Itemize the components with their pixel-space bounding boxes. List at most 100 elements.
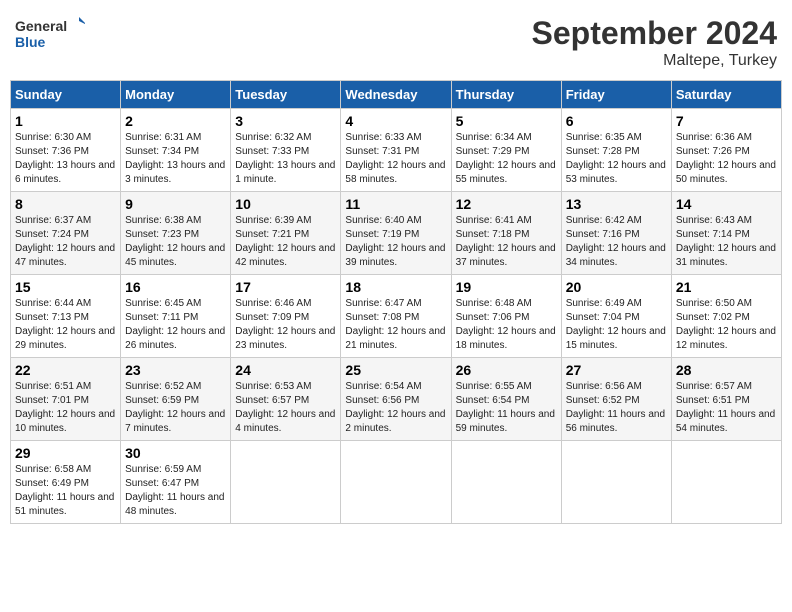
calendar-cell: 28 Sunrise: 6:57 AM Sunset: 6:51 PM Dayl… [671, 358, 781, 441]
day-number: 27 [566, 362, 667, 378]
col-saturday: Saturday [671, 81, 781, 109]
cell-info: Sunrise: 6:34 AM Sunset: 7:29 PM Dayligh… [456, 131, 557, 187]
calendar-cell: 13 Sunrise: 6:42 AM Sunset: 7:16 PM Dayl… [561, 192, 671, 275]
day-number: 18 [345, 279, 446, 295]
day-number: 9 [125, 196, 226, 212]
calendar-week-1: 1 Sunrise: 6:30 AM Sunset: 7:36 PM Dayli… [11, 109, 782, 192]
day-number: 5 [456, 113, 557, 129]
calendar-cell [561, 441, 671, 524]
page-header: General Blue September 2024 Maltepe, Tur… [10, 10, 782, 70]
day-number: 23 [125, 362, 226, 378]
day-number: 13 [566, 196, 667, 212]
cell-info: Sunrise: 6:36 AM Sunset: 7:26 PM Dayligh… [676, 131, 777, 187]
calendar-cell: 14 Sunrise: 6:43 AM Sunset: 7:14 PM Dayl… [671, 192, 781, 275]
calendar-cell: 23 Sunrise: 6:52 AM Sunset: 6:59 PM Dayl… [121, 358, 231, 441]
calendar-cell: 1 Sunrise: 6:30 AM Sunset: 7:36 PM Dayli… [11, 109, 121, 192]
col-friday: Friday [561, 81, 671, 109]
day-number: 2 [125, 113, 226, 129]
day-number: 15 [15, 279, 116, 295]
cell-info: Sunrise: 6:55 AM Sunset: 6:54 PM Dayligh… [456, 380, 557, 436]
calendar-cell: 25 Sunrise: 6:54 AM Sunset: 6:56 PM Dayl… [341, 358, 451, 441]
cell-info: Sunrise: 6:47 AM Sunset: 7:08 PM Dayligh… [345, 297, 446, 353]
calendar-cell: 7 Sunrise: 6:36 AM Sunset: 7:26 PM Dayli… [671, 109, 781, 192]
day-number: 7 [676, 113, 777, 129]
calendar-cell [451, 441, 561, 524]
day-number: 11 [345, 196, 446, 212]
calendar-week-2: 8 Sunrise: 6:37 AM Sunset: 7:24 PM Dayli… [11, 192, 782, 275]
cell-info: Sunrise: 6:42 AM Sunset: 7:16 PM Dayligh… [566, 214, 667, 270]
cell-info: Sunrise: 6:48 AM Sunset: 7:06 PM Dayligh… [456, 297, 557, 353]
cell-info: Sunrise: 6:39 AM Sunset: 7:21 PM Dayligh… [235, 214, 336, 270]
calendar-cell: 22 Sunrise: 6:51 AM Sunset: 7:01 PM Dayl… [11, 358, 121, 441]
calendar-cell: 11 Sunrise: 6:40 AM Sunset: 7:19 PM Dayl… [341, 192, 451, 275]
calendar-cell: 30 Sunrise: 6:59 AM Sunset: 6:47 PM Dayl… [121, 441, 231, 524]
day-number: 6 [566, 113, 667, 129]
day-number: 19 [456, 279, 557, 295]
calendar-cell: 21 Sunrise: 6:50 AM Sunset: 7:02 PM Dayl… [671, 275, 781, 358]
cell-info: Sunrise: 6:52 AM Sunset: 6:59 PM Dayligh… [125, 380, 226, 436]
cell-info: Sunrise: 6:30 AM Sunset: 7:36 PM Dayligh… [15, 131, 116, 187]
calendar-table: Sunday Monday Tuesday Wednesday Thursday… [10, 80, 782, 524]
day-number: 14 [676, 196, 777, 212]
location: Maltepe, Turkey [532, 52, 777, 70]
calendar-week-3: 15 Sunrise: 6:44 AM Sunset: 7:13 PM Dayl… [11, 275, 782, 358]
calendar-cell: 26 Sunrise: 6:55 AM Sunset: 6:54 PM Dayl… [451, 358, 561, 441]
day-number: 21 [676, 279, 777, 295]
day-number: 28 [676, 362, 777, 378]
day-number: 20 [566, 279, 667, 295]
calendar-cell: 20 Sunrise: 6:49 AM Sunset: 7:04 PM Dayl… [561, 275, 671, 358]
calendar-cell [671, 441, 781, 524]
cell-info: Sunrise: 6:49 AM Sunset: 7:04 PM Dayligh… [566, 297, 667, 353]
day-number: 10 [235, 196, 336, 212]
cell-info: Sunrise: 6:50 AM Sunset: 7:02 PM Dayligh… [676, 297, 777, 353]
day-number: 12 [456, 196, 557, 212]
calendar-cell: 27 Sunrise: 6:56 AM Sunset: 6:52 PM Dayl… [561, 358, 671, 441]
day-number: 30 [125, 445, 226, 461]
month-title: September 2024 [532, 15, 777, 52]
calendar-cell: 16 Sunrise: 6:45 AM Sunset: 7:11 PM Dayl… [121, 275, 231, 358]
calendar-week-5: 29 Sunrise: 6:58 AM Sunset: 6:49 PM Dayl… [11, 441, 782, 524]
day-number: 8 [15, 196, 116, 212]
calendar-cell: 29 Sunrise: 6:58 AM Sunset: 6:49 PM Dayl… [11, 441, 121, 524]
col-tuesday: Tuesday [231, 81, 341, 109]
calendar-cell: 5 Sunrise: 6:34 AM Sunset: 7:29 PM Dayli… [451, 109, 561, 192]
calendar-cell: 4 Sunrise: 6:33 AM Sunset: 7:31 PM Dayli… [341, 109, 451, 192]
calendar-cell [231, 441, 341, 524]
cell-info: Sunrise: 6:41 AM Sunset: 7:18 PM Dayligh… [456, 214, 557, 270]
col-monday: Monday [121, 81, 231, 109]
cell-info: Sunrise: 6:53 AM Sunset: 6:57 PM Dayligh… [235, 380, 336, 436]
calendar-cell: 15 Sunrise: 6:44 AM Sunset: 7:13 PM Dayl… [11, 275, 121, 358]
calendar-cell: 2 Sunrise: 6:31 AM Sunset: 7:34 PM Dayli… [121, 109, 231, 192]
svg-text:Blue: Blue [15, 34, 46, 50]
cell-info: Sunrise: 6:31 AM Sunset: 7:34 PM Dayligh… [125, 131, 226, 187]
day-number: 25 [345, 362, 446, 378]
cell-info: Sunrise: 6:32 AM Sunset: 7:33 PM Dayligh… [235, 131, 336, 187]
day-number: 1 [15, 113, 116, 129]
col-thursday: Thursday [451, 81, 561, 109]
calendar-week-4: 22 Sunrise: 6:51 AM Sunset: 7:01 PM Dayl… [11, 358, 782, 441]
cell-info: Sunrise: 6:45 AM Sunset: 7:11 PM Dayligh… [125, 297, 226, 353]
col-wednesday: Wednesday [341, 81, 451, 109]
cell-info: Sunrise: 6:33 AM Sunset: 7:31 PM Dayligh… [345, 131, 446, 187]
day-number: 4 [345, 113, 446, 129]
calendar-cell: 9 Sunrise: 6:38 AM Sunset: 7:23 PM Dayli… [121, 192, 231, 275]
calendar-cell: 6 Sunrise: 6:35 AM Sunset: 7:28 PM Dayli… [561, 109, 671, 192]
calendar-cell: 17 Sunrise: 6:46 AM Sunset: 7:09 PM Dayl… [231, 275, 341, 358]
cell-info: Sunrise: 6:43 AM Sunset: 7:14 PM Dayligh… [676, 214, 777, 270]
calendar-cell: 3 Sunrise: 6:32 AM Sunset: 7:33 PM Dayli… [231, 109, 341, 192]
day-number: 26 [456, 362, 557, 378]
cell-info: Sunrise: 6:35 AM Sunset: 7:28 PM Dayligh… [566, 131, 667, 187]
calendar-cell: 10 Sunrise: 6:39 AM Sunset: 7:21 PM Dayl… [231, 192, 341, 275]
day-number: 3 [235, 113, 336, 129]
cell-info: Sunrise: 6:46 AM Sunset: 7:09 PM Dayligh… [235, 297, 336, 353]
svg-text:General: General [15, 18, 67, 34]
calendar-cell: 18 Sunrise: 6:47 AM Sunset: 7:08 PM Dayl… [341, 275, 451, 358]
day-number: 17 [235, 279, 336, 295]
cell-info: Sunrise: 6:56 AM Sunset: 6:52 PM Dayligh… [566, 380, 667, 436]
cell-info: Sunrise: 6:37 AM Sunset: 7:24 PM Dayligh… [15, 214, 116, 270]
calendar-cell: 24 Sunrise: 6:53 AM Sunset: 6:57 PM Dayl… [231, 358, 341, 441]
logo-svg: General Blue [15, 15, 85, 55]
cell-info: Sunrise: 6:40 AM Sunset: 7:19 PM Dayligh… [345, 214, 446, 270]
cell-info: Sunrise: 6:57 AM Sunset: 6:51 PM Dayligh… [676, 380, 777, 436]
cell-info: Sunrise: 6:51 AM Sunset: 7:01 PM Dayligh… [15, 380, 116, 436]
